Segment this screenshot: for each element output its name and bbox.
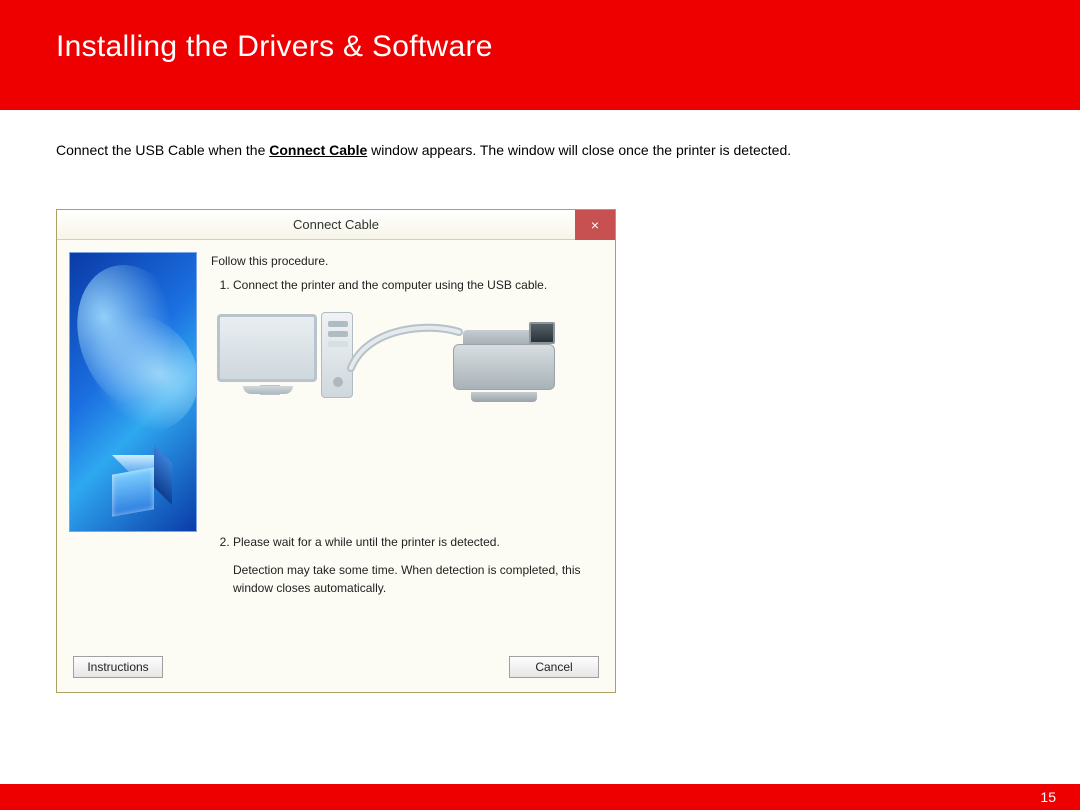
instruction-bold: Connect Cable bbox=[269, 142, 367, 158]
dialog-title: Connect Cable bbox=[293, 217, 379, 232]
document-page: Installing the Drivers & Software Connec… bbox=[0, 0, 1080, 810]
connect-cable-dialog: Connect Cable × Follow this proc bbox=[56, 209, 616, 693]
step-2: Please wait for a while until the printe… bbox=[233, 533, 599, 551]
dialog-note: Detection may take some time. When detec… bbox=[233, 561, 599, 597]
instruction-pre: Connect the USB Cable when the bbox=[56, 142, 269, 158]
page-title: Installing the Drivers & Software bbox=[56, 30, 1024, 64]
step-1: Connect the printer and the computer usi… bbox=[233, 276, 599, 294]
dialog-steps-2: Please wait for a while until the printe… bbox=[211, 533, 599, 551]
decorative-graphic bbox=[69, 252, 197, 532]
cancel-button[interactable]: Cancel bbox=[509, 656, 599, 678]
monitor-icon bbox=[217, 314, 317, 382]
dialog-screenshot: Connect Cable × Follow this proc bbox=[56, 209, 1024, 693]
close-button[interactable]: × bbox=[575, 210, 615, 240]
dialog-side-image bbox=[57, 240, 197, 650]
usb-connection-illustration bbox=[217, 308, 567, 413]
close-icon: × bbox=[591, 217, 599, 233]
dialog-titlebar: Connect Cable × bbox=[57, 210, 615, 240]
dialog-content: Follow this procedure. Connect the print… bbox=[197, 240, 615, 650]
page-body: Connect the USB Cable when the Connect C… bbox=[0, 110, 1080, 693]
dialog-body: Follow this procedure. Connect the print… bbox=[57, 240, 615, 650]
instruction-post: window appears. The window will close on… bbox=[367, 142, 791, 158]
dialog-steps: Connect the printer and the computer usi… bbox=[211, 276, 599, 294]
printer-icon bbox=[449, 322, 559, 400]
dialog-footer: Instructions Cancel bbox=[57, 650, 615, 692]
dialog-lead: Follow this procedure. bbox=[211, 254, 599, 268]
instruction-text: Connect the USB Cable when the Connect C… bbox=[56, 140, 1024, 161]
instructions-button[interactable]: Instructions bbox=[73, 656, 163, 678]
page-header: Installing the Drivers & Software bbox=[0, 0, 1080, 110]
page-footer: 15 bbox=[0, 784, 1080, 810]
page-number: 15 bbox=[1040, 789, 1056, 805]
